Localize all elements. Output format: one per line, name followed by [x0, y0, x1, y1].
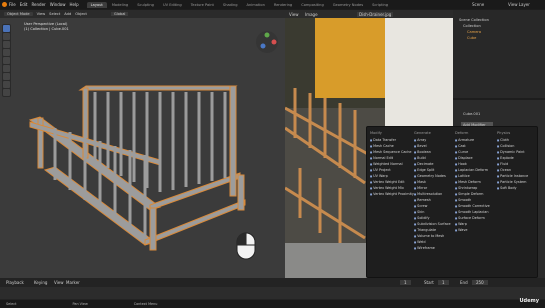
status-context-menu: Context Menu — [133, 302, 158, 306]
keying-menu[interactable]: Keying — [34, 280, 47, 285]
playback-menu[interactable]: Playback — [6, 280, 24, 285]
current-frame-field[interactable]: 1 — [400, 280, 411, 285]
add-modifier-menu: Modify Data Transfer Mesh Cache Mesh Seq… — [366, 126, 538, 278]
column-header: Generate — [414, 131, 431, 135]
timeline-view-menu[interactable]: View — [54, 280, 64, 285]
menu-item[interactable]: Wave — [455, 227, 490, 233]
timeline-track[interactable] — [0, 287, 545, 299]
tab-animation[interactable]: Animation — [243, 2, 269, 8]
menu-column-modify: Modify Data Transfer Mesh Cache Mesh Seq… — [370, 131, 414, 197]
menu-edit[interactable]: Edit — [20, 2, 28, 7]
column-header: Modify — [370, 131, 382, 135]
main-menu: File Edit Render Window Help — [9, 2, 79, 7]
tab-uv-editing[interactable]: UV Editing — [159, 2, 186, 8]
outliner-item-collection[interactable]: Collection — [463, 24, 481, 28]
view-layer-selector[interactable]: View Layer — [508, 2, 530, 7]
column-header: Deform — [455, 131, 469, 135]
image-filename[interactable]: Dish-Drainer.jpg — [357, 12, 394, 17]
outliner-title: Scene Collection — [459, 18, 489, 22]
tab-layout[interactable]: Layout — [86, 1, 107, 8]
start-frame-label: Start — [424, 280, 434, 285]
mouse-icon — [236, 232, 256, 260]
menu-render[interactable]: Render — [31, 2, 45, 7]
tab-shading[interactable]: Shading — [219, 2, 242, 8]
menu-item[interactable]: Wireframe — [414, 245, 451, 251]
menu-item[interactable]: Vertex Weight Proximity — [370, 191, 414, 197]
top-menu-bar: File Edit Render Window Help Layout Mode… — [0, 0, 545, 9]
tab-sculpting[interactable]: Sculpting — [133, 2, 158, 8]
tab-texture-paint[interactable]: Texture Paint — [187, 2, 218, 8]
image-editor-header: View Image Dish-Drainer.jpg — [285, 10, 453, 18]
start-frame-field[interactable]: 1 — [438, 280, 449, 285]
menu-column-deform: Deform Armature Cast Curve Displace Hook… — [455, 131, 490, 233]
end-frame-field[interactable]: 250 — [472, 280, 488, 285]
menu-window[interactable]: Window — [50, 2, 66, 7]
status-bar: Select Pan View Context Menu — [0, 300, 545, 308]
outliner-item-camera[interactable]: Camera — [467, 30, 481, 34]
tab-rendering[interactable]: Rendering — [270, 2, 296, 8]
status-select: Select — [6, 302, 17, 306]
image-view-menu[interactable]: View — [289, 12, 299, 17]
navigation-gizmo[interactable] — [255, 30, 279, 54]
menu-item[interactable]: Soft Body — [497, 185, 528, 191]
tab-scripting[interactable]: Scripting — [368, 2, 392, 8]
menu-help[interactable]: Help — [69, 2, 78, 7]
end-frame-label: End — [460, 280, 468, 285]
status-pan-view: Pan View — [72, 302, 88, 306]
scene-selector[interactable]: Scene — [472, 2, 484, 7]
tab-geometry-nodes[interactable]: Geometry Nodes — [329, 2, 367, 8]
outliner-panel: Scene Collection Collection Camera Cube — [453, 10, 545, 98]
menu-column-generate: Generate Array Bevel Boolean Build Decim… — [414, 131, 451, 251]
blender-logo-icon[interactable] — [2, 2, 7, 7]
menu-column-physics: Physics Cloth Collision Dynamic Paint Ex… — [497, 131, 528, 191]
outliner-item-cube[interactable]: Cube — [467, 36, 476, 40]
image-menu[interactable]: Image — [305, 12, 318, 17]
properties-object-name: Cube.001 — [463, 112, 481, 116]
workspace-tabs: Layout Modeling Sculpting UV Editing Tex… — [86, 1, 392, 8]
menu-file[interactable]: File — [9, 2, 16, 7]
udemy-watermark: Udemy — [519, 298, 540, 304]
tab-modeling[interactable]: Modeling — [108, 2, 132, 8]
column-header: Physics — [497, 131, 511, 135]
timeline-panel: Playback Keying View Marker 1 Start 1 En… — [0, 278, 545, 300]
marker-menu[interactable]: Marker — [66, 280, 80, 285]
tab-compositing[interactable]: Compositing — [297, 2, 328, 8]
